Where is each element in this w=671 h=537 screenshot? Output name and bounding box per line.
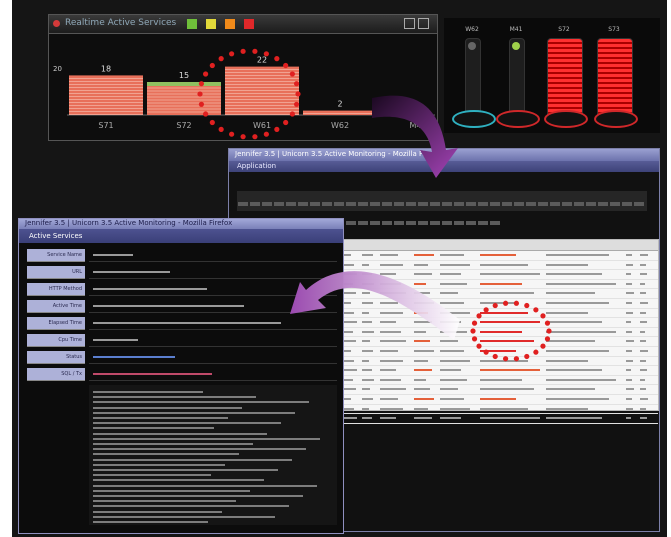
curved-return-arrow-icon (290, 271, 460, 340)
curved-arrow-icon (372, 95, 458, 178)
annotation-overlay (197, 48, 552, 362)
highlight-circle (470, 300, 552, 362)
highlight-circle (197, 48, 301, 140)
